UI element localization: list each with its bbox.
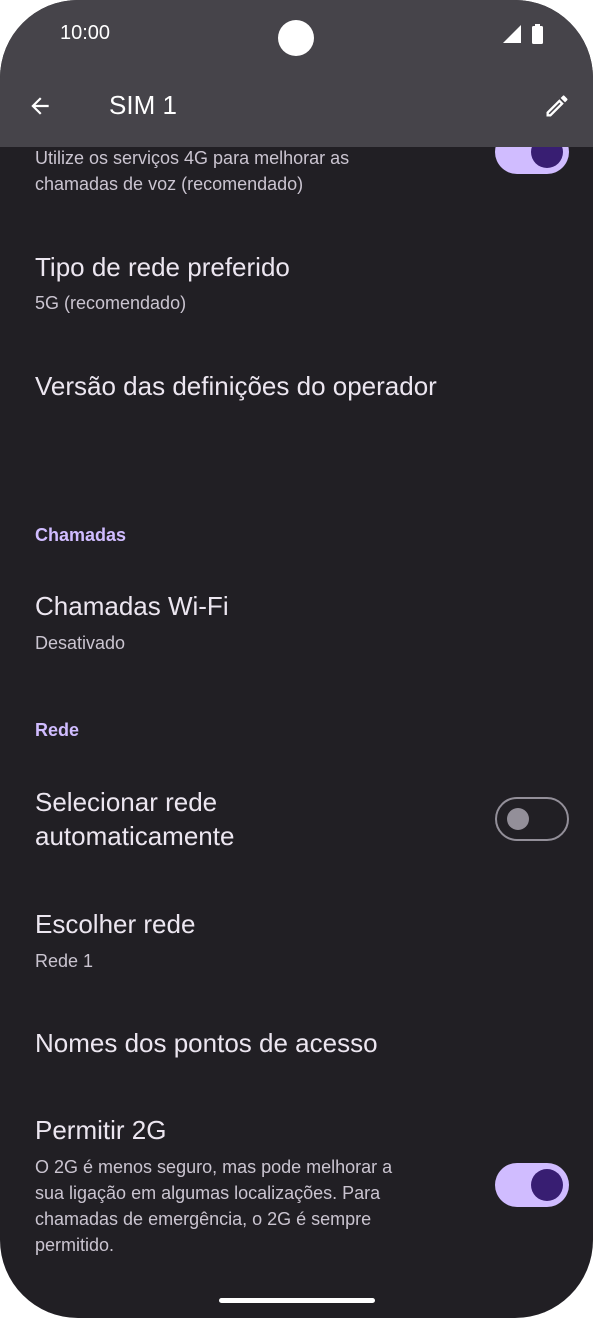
allow-2g-summary-line3: chamadas de emergência, o 2G é sempre	[35, 1209, 372, 1229]
network-section-header: Rede	[35, 720, 80, 740]
wifi-calling-title: Chamadas Wi-Fi	[35, 591, 229, 621]
calls-section-header: Chamadas	[35, 525, 127, 545]
page-title: SIM 1	[109, 90, 177, 120]
network-type-summary: 5G (recomendado)	[35, 293, 187, 313]
switch-thumb	[531, 1169, 563, 1201]
choose-network-row[interactable]: Escolher rede Rede 1	[0, 890, 593, 990]
settings-list[interactable]: Utilize os serviços 4G para melhorar as …	[0, 0, 593, 1318]
apn-row[interactable]: Nomes dos pontos de acesso	[0, 1005, 593, 1085]
switch-thumb	[507, 808, 529, 830]
allow-2g-title: Permitir 2G	[35, 1115, 167, 1145]
phone-screen: Utilize os serviços 4G para melhorar as …	[0, 0, 593, 1318]
network-type-row[interactable]: Tipo de rede preferido 5G (recomendado)	[0, 235, 593, 335]
wifi-calling-summary: Desativado	[35, 633, 126, 653]
apn-title: Nomes dos pontos de acesso	[35, 1028, 378, 1058]
carrier-settings-title: Versão das definições do operador	[35, 371, 437, 401]
allow-2g-summary-line2: sua ligação em algumas localizações. Par…	[35, 1183, 381, 1203]
wifi-calling-row[interactable]: Chamadas Wi-Fi Desativado	[0, 575, 593, 675]
navigation-handle[interactable]	[219, 1298, 375, 1303]
status-time: 10:00	[60, 22, 111, 44]
allow-2g-switch[interactable]	[495, 1163, 569, 1207]
network-type-title: Tipo de rede preferido	[35, 252, 290, 282]
battery-icon	[532, 24, 543, 44]
allow-2g-summary-line4: permitido.	[35, 1235, 115, 1255]
choose-network-summary: Rede 1	[35, 951, 94, 971]
camera-cutout	[278, 20, 314, 56]
edit-button[interactable]	[537, 84, 577, 128]
volte-summary-line2: chamadas de voz (recomendado)	[35, 174, 304, 194]
allow-2g-summary-line1: O 2G é menos seguro, mas pode melhorar a	[35, 1157, 393, 1177]
choose-network-title: Escolher rede	[35, 909, 196, 939]
auto-select-network-row[interactable]: Selecionar rede automaticamente	[0, 770, 593, 870]
allow-2g-row[interactable]: Permitir 2G O 2G é menos seguro, mas pod…	[0, 1100, 593, 1270]
arrow-back-icon	[31, 97, 49, 115]
pencil-icon	[546, 95, 568, 117]
back-button[interactable]	[20, 84, 60, 128]
auto-select-title-line2: automaticamente	[35, 821, 235, 851]
signal-icon	[503, 25, 521, 43]
auto-select-title-line1: Selecionar rede	[35, 787, 218, 817]
auto-select-switch[interactable]	[495, 797, 569, 841]
top-app-bar: 10:00 SIM 1	[0, 0, 593, 147]
carrier-settings-row[interactable]: Versão das definições do operador	[0, 350, 593, 430]
volte-summary-line1: Utilize os serviços 4G para melhorar as	[35, 148, 350, 168]
